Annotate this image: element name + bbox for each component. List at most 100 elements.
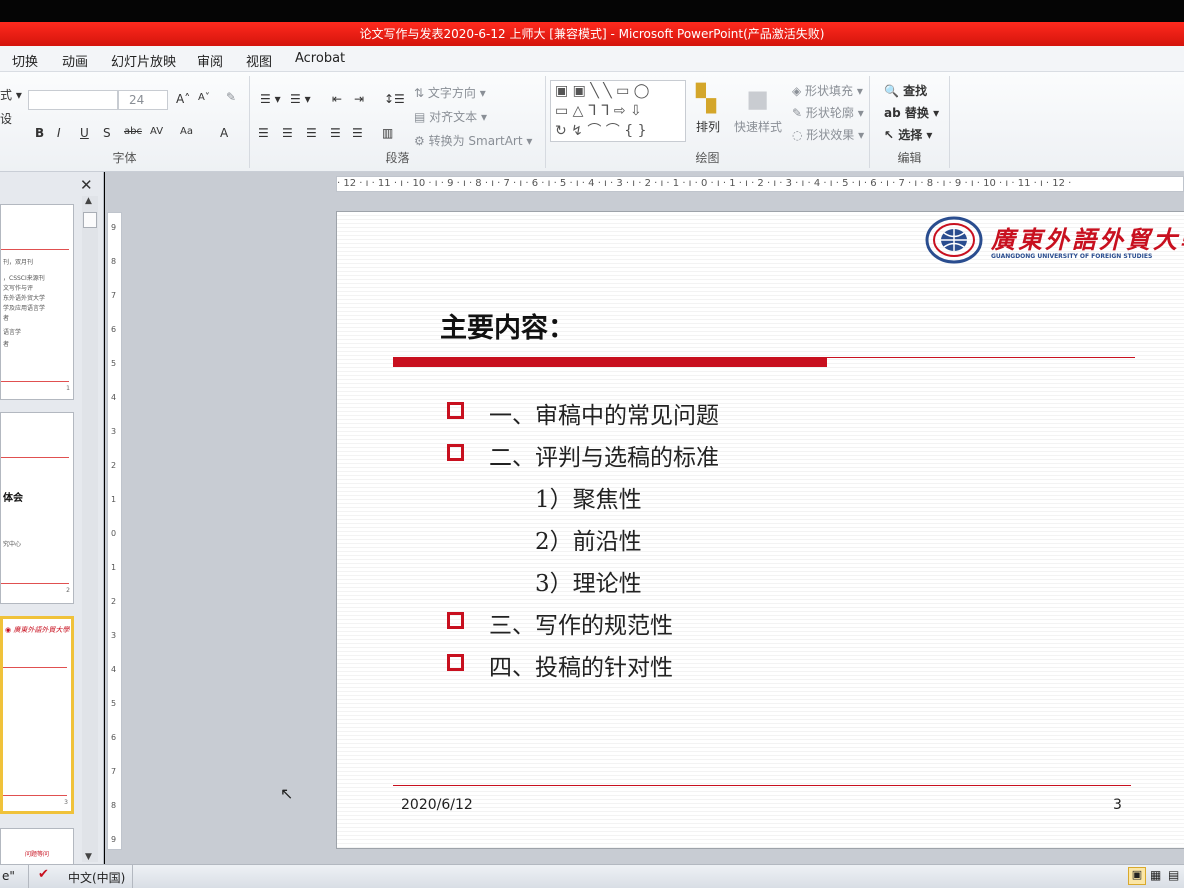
align-center-icon[interactable]: ☰ <box>282 126 293 140</box>
font-size-box[interactable]: 24 <box>118 90 168 110</box>
scroll-down-icon[interactable]: ▼ <box>85 852 92 862</box>
shape-fill-button[interactable]: ◈ 形状填充 ▾ <box>792 82 863 99</box>
numbering-icon[interactable]: ☰ ▾ <box>290 92 311 106</box>
thumb-divider <box>3 795 67 796</box>
bullet-item: 四、投稿的针对性 <box>489 655 673 681</box>
scroll-thumb[interactable] <box>83 212 97 228</box>
replace-button[interactable]: ab 替换 ▾ <box>884 104 939 121</box>
status-divider <box>132 865 133 888</box>
columns-icon[interactable]: ▥ <box>382 126 393 140</box>
logo-english-name: GUANGDONG UNIVERSITY OF FOREIGN STUDIES <box>991 253 1153 260</box>
thumbnails-scrollbar[interactable]: ▲ ▼ <box>82 196 98 862</box>
quick-styles-icon[interactable]: ◼ <box>746 82 769 115</box>
find-button[interactable]: 🔍 查找 <box>884 82 927 99</box>
thumb-text: 文写作与评 <box>3 285 34 292</box>
line-spacing-icon[interactable]: ↕☰ <box>384 92 405 106</box>
thumbnail-slide-1[interactable]: 刊，双月刊 ，CSSCI来源刊 文写作与评 东外语外贸大学 学及应用语言学 者 … <box>0 204 74 400</box>
ruler-tick: 5 <box>111 359 117 368</box>
language-indicator[interactable]: 中文(中国) <box>68 869 125 886</box>
clear-format-icon[interactable]: ✎ <box>226 90 236 104</box>
thumb-text: 者 <box>3 315 10 322</box>
shape-outline-button[interactable]: ✎ 形状轮廓 ▾ <box>792 104 864 121</box>
shadow-button[interactable]: S <box>103 126 111 140</box>
ruler-tick: 0 <box>111 529 117 538</box>
align-left-icon[interactable]: ☰ <box>258 126 269 140</box>
style-fragment[interactable]: 式 ▾ <box>0 86 22 103</box>
shapes-gallery[interactable]: ▣ ▣ ╲ ╲ ▭ ◯ ▭ △ ᒣ ᒣ ⇨ ⇩ ↻ ↯ ⌒ ⌒ { } <box>550 80 686 142</box>
align-right-icon[interactable]: ☰ <box>306 126 317 140</box>
text-direction-button[interactable]: ⇅ 文字方向 ▾ <box>414 84 486 101</box>
shape-effects-label: 形状效果 <box>806 128 855 142</box>
slides-pane: ✕ 刊，双月刊 ，CSSCI来源刊 文写作与评 东外语外贸大学 学及应用语言学 … <box>0 172 104 864</box>
thumb-text: 究中心 <box>3 541 22 548</box>
thumbnail-slide-2[interactable]: 体会 究中心 2 <box>0 412 74 604</box>
thumbnail-slide-4[interactable]: 问题等问 <box>0 828 74 864</box>
decrease-indent-icon[interactable]: ⇤ <box>332 92 342 106</box>
thumb-number: 3 <box>64 799 68 806</box>
normal-view-icon[interactable]: ▣ <box>1128 867 1146 885</box>
status-divider <box>28 865 29 888</box>
strikethrough-button[interactable]: abc <box>124 126 142 137</box>
slide-3[interactable]: 廣東外語外貿大學 GUANGDONG UNIVERSITY OF FOREIGN… <box>336 211 1184 849</box>
layout-fragment[interactable]: 设 <box>0 110 12 127</box>
thumb-text: 者 <box>3 341 10 348</box>
thumb-divider <box>1 381 69 382</box>
paragraph-group-label: 段落 <box>385 151 410 165</box>
shape-outline-label: 形状轮廓 <box>805 106 854 120</box>
thumb-text: 东外语外贸大学 <box>3 295 46 302</box>
ruler-tick: 9 <box>111 223 117 232</box>
sorter-view-icon[interactable]: ▦ <box>1150 868 1161 882</box>
thumb-text: 刊，双月刊 <box>3 259 34 266</box>
thumb-divider <box>1 249 69 250</box>
tab-view[interactable]: 视图 <box>246 51 272 70</box>
thumb-text: 学及应用语言学 <box>3 305 46 312</box>
arrange-button[interactable]: 排列 <box>696 118 720 135</box>
italic-button[interactable]: I <box>57 126 61 140</box>
arrange-icon[interactable]: ▚ <box>696 84 716 114</box>
bold-button[interactable]: B <box>35 126 44 140</box>
increase-indent-icon[interactable]: ⇥ <box>354 92 364 106</box>
sub-item: 2）前沿性 <box>535 529 642 555</box>
justify-icon[interactable]: ☰ <box>330 126 341 140</box>
status-theme[interactable]: e" <box>2 869 15 883</box>
horizontal-ruler: · 12 · ı · 11 · ı · 10 · ı · 9 · ı · 8 ·… <box>336 176 1184 192</box>
thumb-divider <box>3 667 67 668</box>
bullets-icon[interactable]: ☰ ▾ <box>260 92 281 106</box>
scroll-up-icon[interactable]: ▲ <box>85 196 92 206</box>
font-color-button[interactable]: A <box>220 126 228 140</box>
grow-font-icon[interactable]: A˄ <box>176 92 190 106</box>
font-name-box[interactable] <box>28 90 118 110</box>
underline-button[interactable]: U <box>80 126 89 140</box>
char-spacing-button[interactable]: AV <box>150 126 163 137</box>
font-group: 式 ▾ 设 24 A˄ A˅ ✎ B I U S abc AV Aa A 字体 <box>0 76 250 168</box>
screen-top-strip <box>0 0 1184 22</box>
reading-view-icon[interactable]: ▤ <box>1168 868 1179 882</box>
tab-review[interactable]: 审阅 <box>197 51 223 70</box>
distributed-icon[interactable]: ☰ <box>352 126 363 140</box>
quick-styles-button[interactable]: 快速样式 <box>734 118 782 135</box>
slide-title[interactable]: 主要内容： <box>440 306 575 345</box>
spellcheck-icon[interactable]: ✔ <box>38 867 49 882</box>
tab-transitions[interactable]: 切换 <box>12 51 38 70</box>
shape-effects-button[interactable]: ◌ 形状效果 ▾ <box>792 126 864 143</box>
university-logo: 廣東外語外貿大學 GUANGDONG UNIVERSITY OF FOREIGN… <box>925 216 1184 268</box>
thumbnail-slide-3-selected[interactable]: ◉ 廣東外語外貿大學 3 <box>0 616 74 814</box>
footer-divider <box>393 785 1131 786</box>
ribbon-tabs: 切换 动画 幻灯片放映 审阅 视图 Acrobat <box>0 46 1184 72</box>
smartart-button[interactable]: ⚙ 转换为 SmartArt ▾ <box>414 132 532 149</box>
tab-slideshow[interactable]: 幻灯片放映 <box>111 51 176 70</box>
footer-date[interactable]: 2020/6/12 <box>401 797 473 813</box>
tab-animations[interactable]: 动画 <box>62 51 88 70</box>
window-title: 论文写作与发表2020-6-12 上师大 [兼容模式] - Microsoft … <box>359 27 825 41</box>
tab-acrobat[interactable]: Acrobat <box>295 51 345 66</box>
ruler-tick: 3 <box>111 427 117 436</box>
close-pane-icon[interactable]: ✕ <box>80 176 93 194</box>
ruler-tick: 2 <box>111 597 117 606</box>
change-case-button[interactable]: Aa <box>180 126 193 137</box>
ruler-tick: 4 <box>111 665 117 674</box>
shrink-font-icon[interactable]: A˅ <box>198 92 210 103</box>
select-button[interactable]: ↖ 选择 ▾ <box>884 126 932 143</box>
align-text-button[interactable]: ▤ 对齐文本 ▾ <box>414 108 487 125</box>
title-underline-line <box>827 357 1135 358</box>
slide-number[interactable]: 3 <box>1113 797 1122 813</box>
